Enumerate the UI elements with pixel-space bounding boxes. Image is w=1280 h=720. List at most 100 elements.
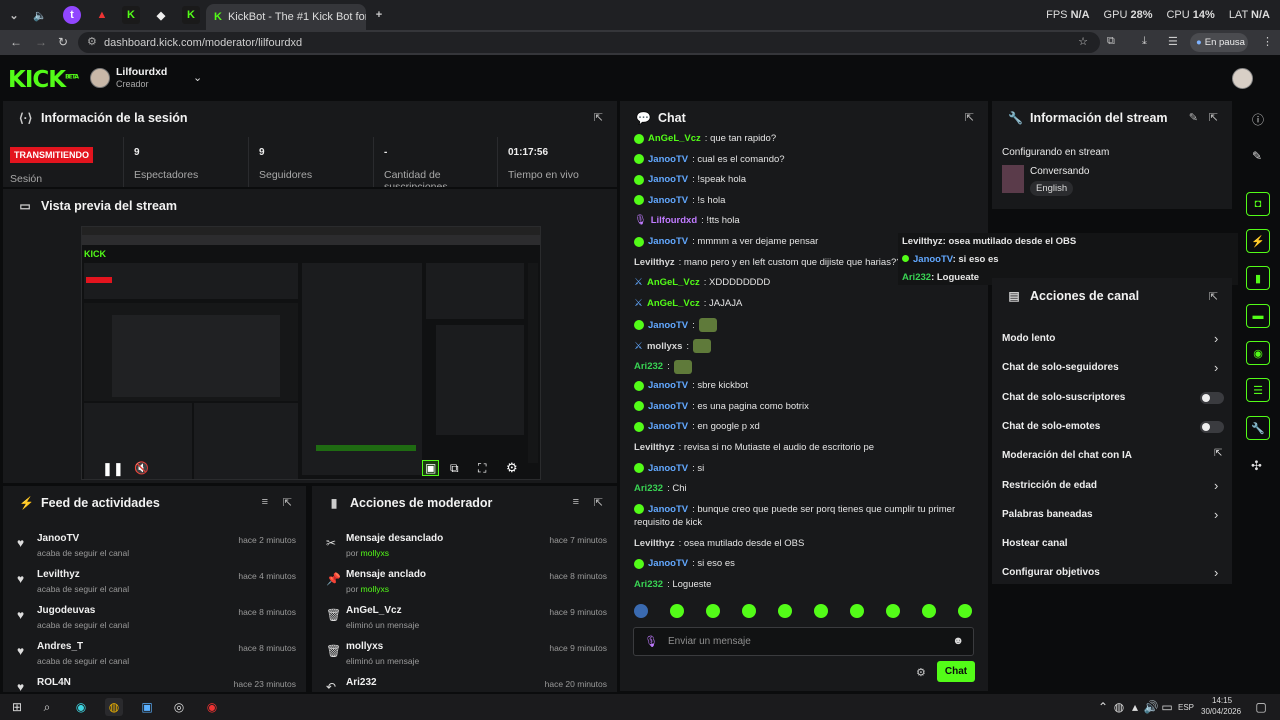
clock-time[interactable]: 14:15	[1212, 696, 1232, 705]
header-avatar[interactable]	[1232, 68, 1253, 89]
mod-action-item[interactable]: ↶ Ari232 hace 20 minutos	[312, 670, 617, 692]
external-link-icon[interactable]: ⇱	[1214, 448, 1222, 459]
mute-tab-icon[interactable]: 🔈	[31, 6, 49, 24]
chevron-right-icon[interactable]: ›	[1214, 331, 1218, 346]
emote-icon[interactable]	[670, 604, 684, 618]
back-icon[interactable]: ←	[10, 35, 22, 49]
info-icon[interactable]: ⓘ	[1252, 111, 1264, 128]
chat-messages[interactable]: AnGeL_Vcz: que tan rapido? JanooTV: cual …	[620, 131, 988, 597]
chat-username[interactable]: Levilthyz	[634, 538, 675, 549]
channel-action-8[interactable]: Configurar objetivos	[1002, 567, 1100, 578]
chat-username[interactable]: JanooTV	[648, 154, 688, 165]
emote-icon[interactable]	[706, 604, 720, 618]
chat-username[interactable]: AnGeL_Vcz	[647, 298, 700, 309]
rail-chat-icon[interactable]: ▬	[1246, 304, 1270, 328]
popout-icon[interactable]: ⇱	[1209, 111, 1218, 124]
mod-action-item[interactable]: 📌 Mensaje anclado por mollyxs hace 8 minuto…	[312, 562, 617, 598]
chat-message[interactable]: AnGeL_Vcz: que tan rapido?	[634, 133, 776, 144]
site-info-icon[interactable]: ⚙	[87, 35, 97, 48]
chat-message[interactable]: Ari232: Chi	[634, 483, 687, 494]
channel-action-0[interactable]: Modo lento	[1002, 333, 1055, 344]
chat-username[interactable]: JanooTV	[648, 320, 688, 331]
extensions-icon[interactable]: ⧉	[1107, 35, 1115, 48]
chat-message[interactable]: Levilthyz: mano pero y en left custom qu…	[634, 257, 907, 268]
chat-username[interactable]: JanooTV	[648, 558, 688, 569]
address-bar[interactable]: ⚙ dashboard.kick.com/moderator/lilfourdx…	[78, 32, 1100, 53]
chat-message[interactable]: JanooTV: bunque creo que puede ser porq …	[634, 504, 955, 515]
emote-icon[interactable]	[778, 604, 792, 618]
diamond-tab-icon[interactable]: ◆	[152, 6, 170, 24]
app-browser-icon[interactable]: ◉	[72, 698, 90, 716]
active-browser-tab[interactable]: K KickBot - The #1 Kick Bot for Cl ✕	[206, 4, 366, 30]
chat-message[interactable]: Levilthyz: osea mutilado desde el OBS	[634, 538, 804, 549]
channel-action-6[interactable]: Palabras baneadas	[1002, 509, 1093, 520]
feed-item[interactable]: ♥ JanooTV acaba de seguir el canal hace 2 m…	[3, 526, 306, 562]
pause-icon[interactable]: ❚❚	[102, 461, 124, 477]
alert-tab-icon[interactable]: ▲	[93, 6, 111, 24]
chrome-icon[interactable]: ◍	[105, 698, 123, 716]
chat-username[interactable]: Ari232	[634, 579, 663, 590]
feed-item[interactable]: ♥ Andres_T acaba de seguir el canal hace 8 …	[3, 634, 306, 670]
chat-username[interactable]: JanooTV	[648, 174, 688, 185]
emoji-icon[interactable]: ☻	[952, 635, 964, 647]
rail-wrench-icon[interactable]: 🔧	[1246, 416, 1270, 440]
browser-menu-icon[interactable]: ⋮	[1262, 35, 1273, 48]
channel-action-1[interactable]: Chat de solo-seguidores	[1002, 362, 1119, 373]
channel-action-5[interactable]: Restricción de edad	[1002, 480, 1097, 491]
chat-message[interactable]: JanooTV: es una pagina como botrix	[634, 401, 809, 412]
avatar[interactable]	[90, 68, 110, 88]
notification-icon[interactable]: ▢	[1252, 698, 1270, 716]
chat-username[interactable]: Lilfourdxd	[651, 215, 697, 226]
feed-item[interactable]: ♥ Levilthyz acaba de seguir el canal hace 4…	[3, 562, 306, 598]
chat-message[interactable]: JanooTV:	[634, 318, 717, 333]
microphone-icon[interactable]: 🎙	[644, 635, 658, 648]
mute-icon[interactable]: 🔇	[134, 461, 149, 475]
emote-icon[interactable]	[958, 604, 972, 618]
rail-lightning-icon[interactable]: ⚡	[1246, 229, 1270, 253]
chat-input[interactable]: 🎙 Enviar un mensaje ☻	[633, 627, 974, 656]
emote-icon[interactable]	[742, 604, 756, 618]
chevron-right-icon[interactable]: ›	[1214, 360, 1218, 375]
chat-username[interactable]: JanooTV	[648, 463, 688, 474]
popout-icon[interactable]: ⇱	[283, 496, 292, 509]
edit-pencil-icon[interactable]: ✎	[1189, 111, 1198, 124]
emote-icon[interactable]	[850, 604, 864, 618]
mod-action-item[interactable]: ✂ Mensaje desanclado por mollyxs hace 7 min…	[312, 526, 617, 562]
clock-date[interactable]: 30/04/2026	[1201, 707, 1241, 716]
chat-message[interactable]: Levilthyz: revisa si no Mutiaste el audi…	[634, 442, 874, 453]
popout-icon[interactable]: ⇱	[1209, 290, 1218, 303]
chat-message[interactable]: JanooTV: si	[634, 463, 704, 474]
chat-message[interactable]: JanooTV: !speak hola	[634, 174, 746, 185]
feed-item[interactable]: ♥ Jugodeuvas acaba de seguir el canal hace …	[3, 598, 306, 634]
chat-message[interactable]: JanooTV: mmmm a ver dejame pensar	[634, 236, 818, 247]
filter-icon[interactable]: ≡	[262, 496, 268, 508]
chevron-right-icon[interactable]: ›	[1214, 565, 1218, 580]
chat-message[interactable]: JanooTV: !s hola	[634, 195, 725, 206]
pip-icon[interactable]: ⧉	[450, 461, 459, 476]
rail-screen-icon[interactable]: ◘	[1246, 192, 1270, 216]
emote-icon[interactable]	[814, 604, 828, 618]
fullscreen-icon[interactable]: ⛶	[478, 461, 486, 476]
chat-message[interactable]: ⚔ mollyxs:	[634, 339, 711, 353]
chat-username[interactable]: JanooTV	[648, 380, 688, 391]
chat-username[interactable]: JanooTV	[648, 401, 688, 412]
store-icon[interactable]: ▣	[138, 698, 156, 716]
chat-username[interactable]: AnGeL_Vcz	[648, 133, 701, 144]
filter-icon[interactable]: ≡	[573, 496, 579, 508]
theater-mode-icon[interactable]: ▣	[422, 460, 440, 476]
app-red-icon[interactable]: ◉	[203, 698, 221, 716]
channel-action-4[interactable]: Moderación del chat con IA	[1002, 450, 1132, 461]
pencil-icon[interactable]: ✎	[1252, 149, 1262, 163]
settings-gear-icon[interactable]: ⚙	[506, 460, 518, 476]
channel-action-3[interactable]: Chat de solo-emotes	[1002, 421, 1100, 432]
chat-username[interactable]: Ari232	[634, 361, 663, 372]
emote-icon[interactable]	[886, 604, 900, 618]
chat-message[interactable]: JanooTV: cual es el comando?	[634, 154, 785, 165]
chat-message[interactable]: ⚔ AnGeL_Vcz: XDDDDDDDD	[634, 277, 770, 288]
kick-logo[interactable]: KICKBETA	[8, 67, 79, 93]
chat-message[interactable]: JanooTV: sbre kickbot	[634, 380, 748, 391]
forward-icon[interactable]: →	[35, 35, 47, 49]
windows-start-icon[interactable]: ⊞	[8, 698, 26, 716]
rail-list-icon[interactable]: ☰	[1246, 378, 1270, 402]
chat-username[interactable]: JanooTV	[648, 195, 688, 206]
